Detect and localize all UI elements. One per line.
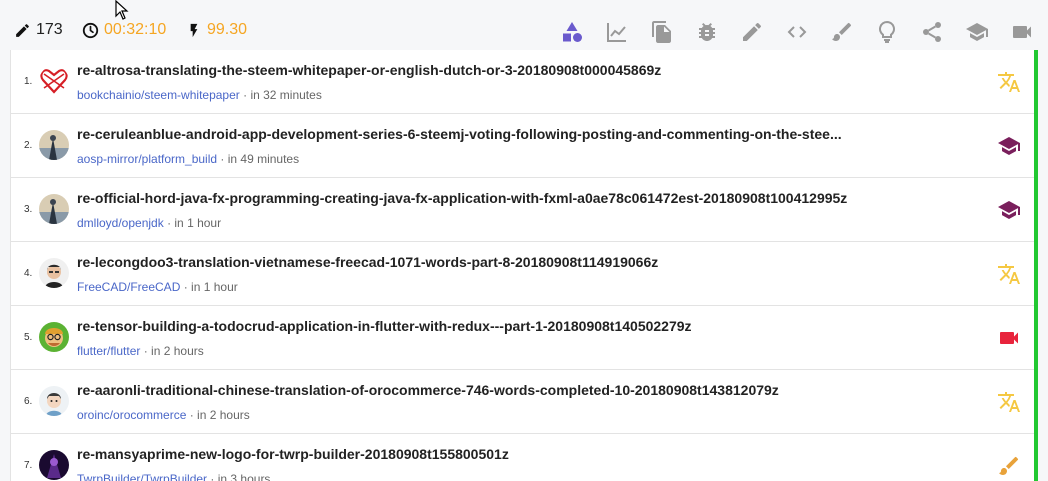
documentation-icon[interactable] bbox=[650, 20, 674, 44]
row-number: 4. bbox=[24, 268, 33, 279]
contribution-list: 1. re-altrosa-translating-the-steem-whit… bbox=[10, 50, 1034, 481]
repo-link[interactable]: dmlloyd/openjdk bbox=[77, 216, 164, 230]
row-number: 7. bbox=[24, 460, 33, 471]
row-number: 3. bbox=[24, 204, 33, 215]
post-meta: aosp-mirror/platform_build · in 49 minut… bbox=[77, 152, 299, 166]
development-icon[interactable] bbox=[785, 20, 809, 44]
post-meta: dmlloyd/openjdk · in 1 hour bbox=[77, 216, 221, 230]
graphics-icon bbox=[997, 454, 1021, 478]
list-item: 1. re-altrosa-translating-the-steem-whit… bbox=[11, 50, 1034, 114]
avatar[interactable] bbox=[39, 66, 69, 96]
post-time: · in 2 hours bbox=[189, 408, 250, 422]
posts-stat: 173 bbox=[14, 21, 63, 39]
avatar[interactable] bbox=[39, 130, 69, 160]
post-meta: flutter/flutter · in 2 hours bbox=[77, 344, 204, 358]
tutorials-icon bbox=[997, 198, 1021, 222]
list-item: 7. re-mansyaprime-new-logo-for-twrp-buil… bbox=[11, 434, 1034, 481]
avatar[interactable] bbox=[39, 386, 69, 416]
top-bar: 173 00:32:10 99.30 bbox=[0, 0, 1048, 50]
post-time: · in 2 hours bbox=[143, 344, 204, 358]
list-item: 5. re-tensor-building-a-todocrud-applica… bbox=[11, 306, 1034, 370]
avatar[interactable] bbox=[39, 322, 69, 352]
row-number: 6. bbox=[24, 396, 33, 407]
post-title[interactable]: re-official-hord-java-fx-programming-cre… bbox=[77, 190, 847, 206]
row-number: 2. bbox=[24, 140, 33, 151]
pencil-icon bbox=[16, 23, 29, 37]
post-title[interactable]: re-altrosa-translating-the-steem-whitepa… bbox=[77, 62, 661, 78]
post-time: · in 1 hour bbox=[183, 280, 238, 294]
list-item: 4. re-lecongdoo3-translation-vietnamese-… bbox=[11, 242, 1034, 306]
avatar[interactable] bbox=[39, 194, 69, 224]
tutorials-icon bbox=[997, 134, 1021, 158]
mouse-cursor-icon bbox=[115, 0, 129, 20]
list-item: 2. re-ceruleanblue-android-app-developme… bbox=[11, 114, 1034, 178]
suggestions-icon[interactable] bbox=[875, 20, 899, 44]
post-time: · in 1 hour bbox=[167, 216, 222, 230]
power-stat: 99.30 bbox=[186, 21, 247, 39]
post-meta: oroinc/orocommerce · in 2 hours bbox=[77, 408, 250, 422]
translation-icon bbox=[997, 70, 1021, 94]
post-meta: bookchainio/steem-whitepaper · in 32 min… bbox=[77, 88, 322, 102]
repo-link[interactable]: FreeCAD/FreeCAD bbox=[77, 280, 180, 294]
social-icon[interactable] bbox=[920, 20, 944, 44]
post-meta: FreeCAD/FreeCAD · in 1 hour bbox=[77, 280, 238, 294]
post-time: · in 49 minutes bbox=[220, 152, 300, 166]
tutorials-icon[interactable] bbox=[965, 20, 989, 44]
ideas-icon[interactable] bbox=[740, 20, 764, 44]
status-bar bbox=[1034, 50, 1038, 481]
post-title[interactable]: re-tensor-building-a-todocrud-applicatio… bbox=[77, 318, 692, 334]
time-stat: 00:32:10 bbox=[82, 21, 166, 39]
repo-link[interactable]: TwrpBuilder/TwrpBuilder bbox=[77, 472, 207, 481]
list-item: 6. re-aaronli-traditional-chinese-transl… bbox=[11, 370, 1034, 434]
avatar[interactable] bbox=[39, 258, 69, 288]
repo-link[interactable]: bookchainio/steem-whitepaper bbox=[77, 88, 240, 102]
clock-icon bbox=[82, 22, 99, 38]
translation-icon bbox=[997, 262, 1021, 286]
post-time: · in 3 hours bbox=[210, 472, 271, 481]
power-value: 99.30 bbox=[207, 21, 248, 38]
posts-count: 173 bbox=[36, 21, 63, 38]
lightning-icon bbox=[190, 23, 198, 37]
list-item: 3. re-official-hord-java-fx-programming-… bbox=[11, 178, 1034, 242]
video-tutorials-icon bbox=[997, 326, 1021, 350]
all-categories-icon[interactable] bbox=[560, 20, 584, 44]
post-title[interactable]: re-ceruleanblue-android-app-development-… bbox=[77, 126, 842, 142]
repo-link[interactable]: aosp-mirror/platform_build bbox=[77, 152, 217, 166]
post-title[interactable]: re-mansyaprime-new-logo-for-twrp-builder… bbox=[77, 446, 509, 462]
row-number: 1. bbox=[24, 76, 33, 87]
avatar[interactable] bbox=[39, 450, 69, 480]
post-title[interactable]: re-lecongdoo3-translation-vietnamese-fre… bbox=[77, 254, 658, 270]
analysis-icon[interactable] bbox=[605, 20, 629, 44]
row-number: 5. bbox=[24, 332, 33, 343]
repo-link[interactable]: oroinc/orocommerce bbox=[77, 408, 186, 422]
time-value: 00:32:10 bbox=[104, 21, 167, 38]
graphics-icon[interactable] bbox=[830, 20, 854, 44]
post-title[interactable]: re-aaronli-traditional-chinese-translati… bbox=[77, 382, 779, 398]
post-meta: TwrpBuilder/TwrpBuilder · in 3 hours bbox=[77, 472, 270, 481]
post-time: · in 32 minutes bbox=[243, 88, 322, 102]
bug-hunting-icon[interactable] bbox=[695, 20, 719, 44]
repo-link[interactable]: flutter/flutter bbox=[77, 344, 140, 358]
video-tutorials-icon[interactable] bbox=[1010, 20, 1034, 44]
translation-icon bbox=[997, 390, 1021, 414]
